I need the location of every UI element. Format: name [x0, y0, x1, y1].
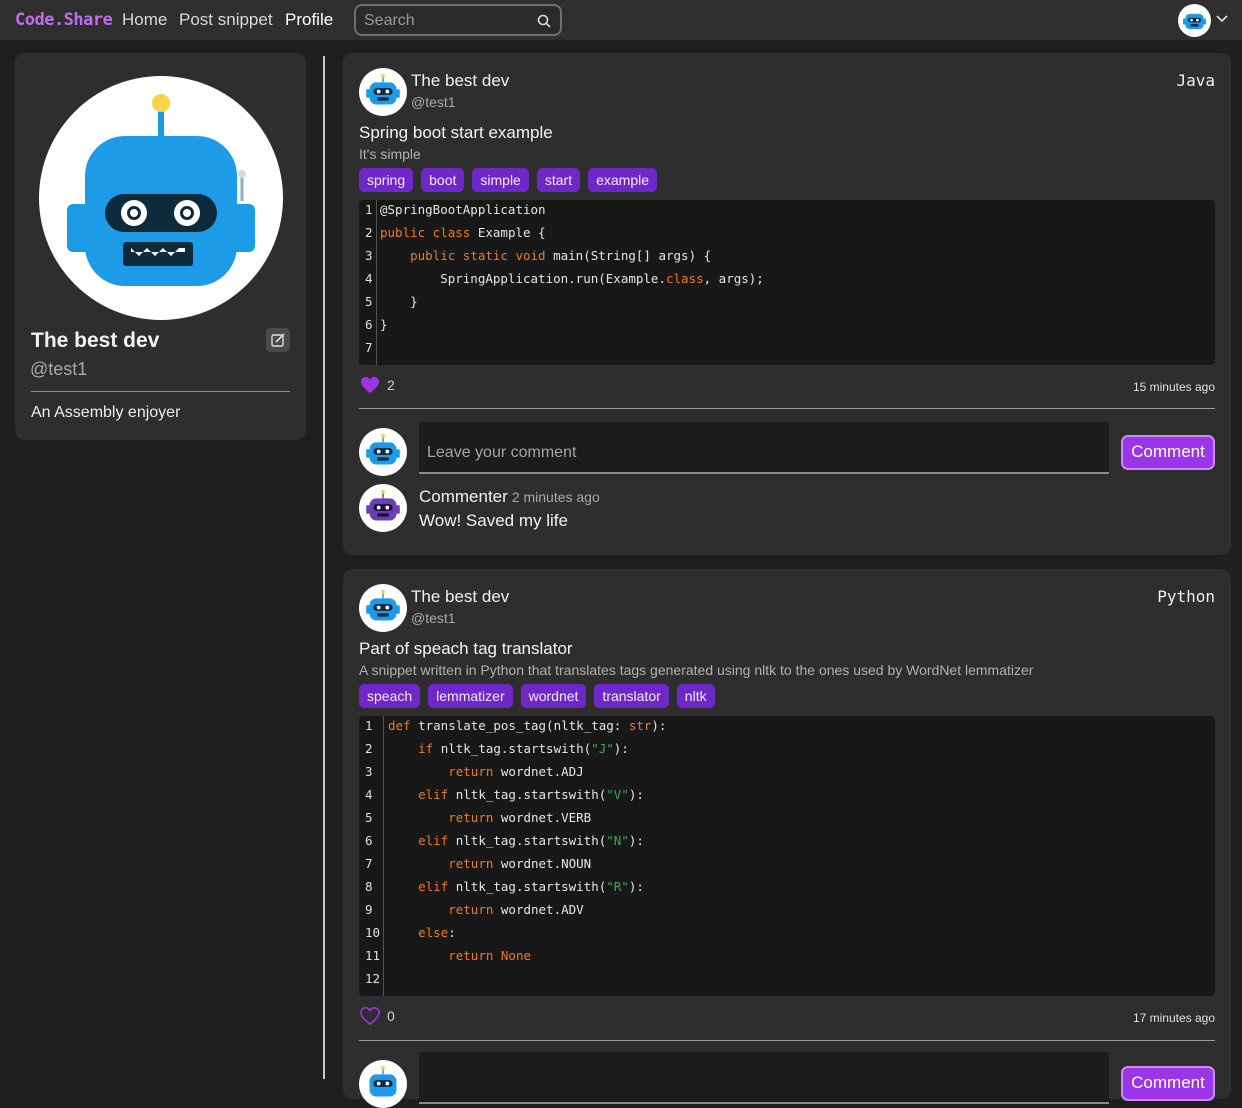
nav-home[interactable]: Home [122, 10, 167, 30]
code-text: if nltk_tag.startswith("J"): [418, 741, 629, 756]
code-text: SpringApplication.run(Example.class, arg… [380, 271, 764, 286]
navbar: Code.Share Home Post snippet Profile [0, 0, 1242, 40]
robot-icon [366, 489, 400, 521]
edit-icon [271, 333, 285, 347]
tag[interactable]: boot [421, 168, 465, 192]
commenter-avatar[interactable] [359, 484, 407, 532]
code-text: return wordnet.VERB [448, 810, 592, 825]
tag[interactable]: example [588, 168, 658, 192]
search-input[interactable] [364, 11, 534, 31]
robot-icon [366, 433, 400, 465]
robot-icon [369, 1065, 397, 1097]
code-block: 1 def translate_pos_tag(nltk_tag: str): 2… [359, 716, 1215, 996]
profile-handle: @test1 [30, 359, 88, 379]
post-title[interactable]: Part of speach tag translator [359, 639, 573, 659]
code-text: else: [418, 925, 456, 940]
commenter-name-text[interactable]: Commenter [419, 487, 508, 506]
heart-icon[interactable] [359, 375, 381, 395]
code-text: elif nltk_tag.startswith("V"): [418, 787, 644, 802]
tag[interactable]: lemmatizer [428, 684, 513, 708]
tag[interactable]: wordnet [520, 684, 587, 708]
language-label: Python [1157, 587, 1215, 606]
comment-input[interactable] [427, 444, 1097, 462]
language-label: Java [1176, 71, 1215, 90]
profile-card: The best dev @test1 An Assembly enjoyer [15, 53, 306, 440]
code-text: } [380, 317, 388, 332]
code-text: elif nltk_tag.startswith("N"): [418, 833, 644, 848]
divider [31, 391, 290, 392]
comment-text: Wow! Saved my life [419, 511, 568, 530]
brand-logo[interactable]: Code.Share [15, 10, 113, 30]
code-text: elif nltk_tag.startswith("R"): [418, 879, 644, 894]
current-user-avatar [359, 428, 407, 476]
comment-field [419, 422, 1109, 474]
search-icon[interactable] [536, 13, 552, 29]
robot-icon [67, 94, 255, 286]
commenter-name: Commenter 2 minutes ago [419, 487, 600, 507]
comment-field[interactable] [419, 1052, 1109, 1104]
author-avatar[interactable] [359, 584, 407, 632]
edit-profile-button[interactable] [266, 328, 290, 352]
post-handle: @test1 [411, 94, 456, 110]
divider [359, 408, 1215, 409]
post-card: The best dev @test1 Python Part of speac… [343, 569, 1231, 1108]
tag[interactable]: translator [594, 684, 669, 708]
post-description: A snippet written in Python that transla… [359, 662, 1034, 678]
heart-outline-icon[interactable] [359, 1006, 381, 1026]
post-title[interactable]: Spring boot start example [359, 123, 553, 143]
post-timestamp: 15 minutes ago [1132, 380, 1215, 394]
robot-icon [366, 589, 400, 621]
comment-timestamp: 2 minutes ago [511, 489, 600, 505]
profile-bio: An Assembly enjoyer [31, 404, 181, 421]
robot-icon [366, 73, 400, 105]
nav-profile[interactable]: Profile [285, 10, 333, 30]
tag[interactable]: simple [472, 168, 529, 192]
search-box [354, 4, 562, 36]
robot-icon [1182, 13, 1207, 30]
divider [359, 1040, 1215, 1041]
post-card: The best dev @test1 Java Spring boot sta… [343, 53, 1231, 555]
code-text: return wordnet.NOUN [448, 856, 592, 871]
code-text: public class Example { [380, 225, 546, 240]
post-author[interactable]: The best dev [411, 587, 509, 607]
chevron-down-icon[interactable] [1215, 14, 1229, 24]
profile-name: The best dev [31, 329, 160, 352]
code-text: def translate_pos_tag(nltk_tag: str): [388, 718, 667, 733]
comment-button[interactable]: Comment [1121, 435, 1215, 470]
code-block: 1 @SpringBootApplication 2 public class Ex… [359, 200, 1215, 365]
code-text: } [380, 294, 418, 309]
tag[interactable]: speach [359, 684, 421, 708]
like-count: 2 [387, 377, 395, 393]
tag-list: spring boot simple start example [359, 168, 658, 192]
like-count: 0 [387, 1008, 395, 1024]
code-text: return None [448, 948, 532, 963]
tag[interactable]: start [536, 168, 581, 192]
column-divider [323, 56, 325, 1079]
nav-post-snippet[interactable]: Post snippet [179, 10, 273, 30]
post-handle: @test1 [411, 610, 456, 626]
tag[interactable]: nltk [676, 684, 715, 708]
post-timestamp: 17 minutes ago [1132, 1011, 1215, 1025]
code-text: return wordnet.ADV [448, 902, 584, 917]
author-avatar[interactable] [359, 68, 407, 116]
profile-avatar [39, 76, 283, 320]
tag[interactable]: spring [359, 168, 414, 192]
tag-list: speach lemmatizer wordnet translator nlt… [359, 684, 715, 708]
user-avatar[interactable] [1178, 4, 1211, 37]
comment-button[interactable]: Comment [1121, 1066, 1215, 1101]
code-text: @SpringBootApplication [380, 202, 546, 217]
post-author[interactable]: The best dev [411, 71, 509, 91]
current-user-avatar [359, 1060, 407, 1108]
code-text: public static void main(String[] args) { [410, 248, 712, 263]
post-description: It's simple [359, 146, 421, 162]
code-text: return wordnet.ADJ [448, 764, 584, 779]
